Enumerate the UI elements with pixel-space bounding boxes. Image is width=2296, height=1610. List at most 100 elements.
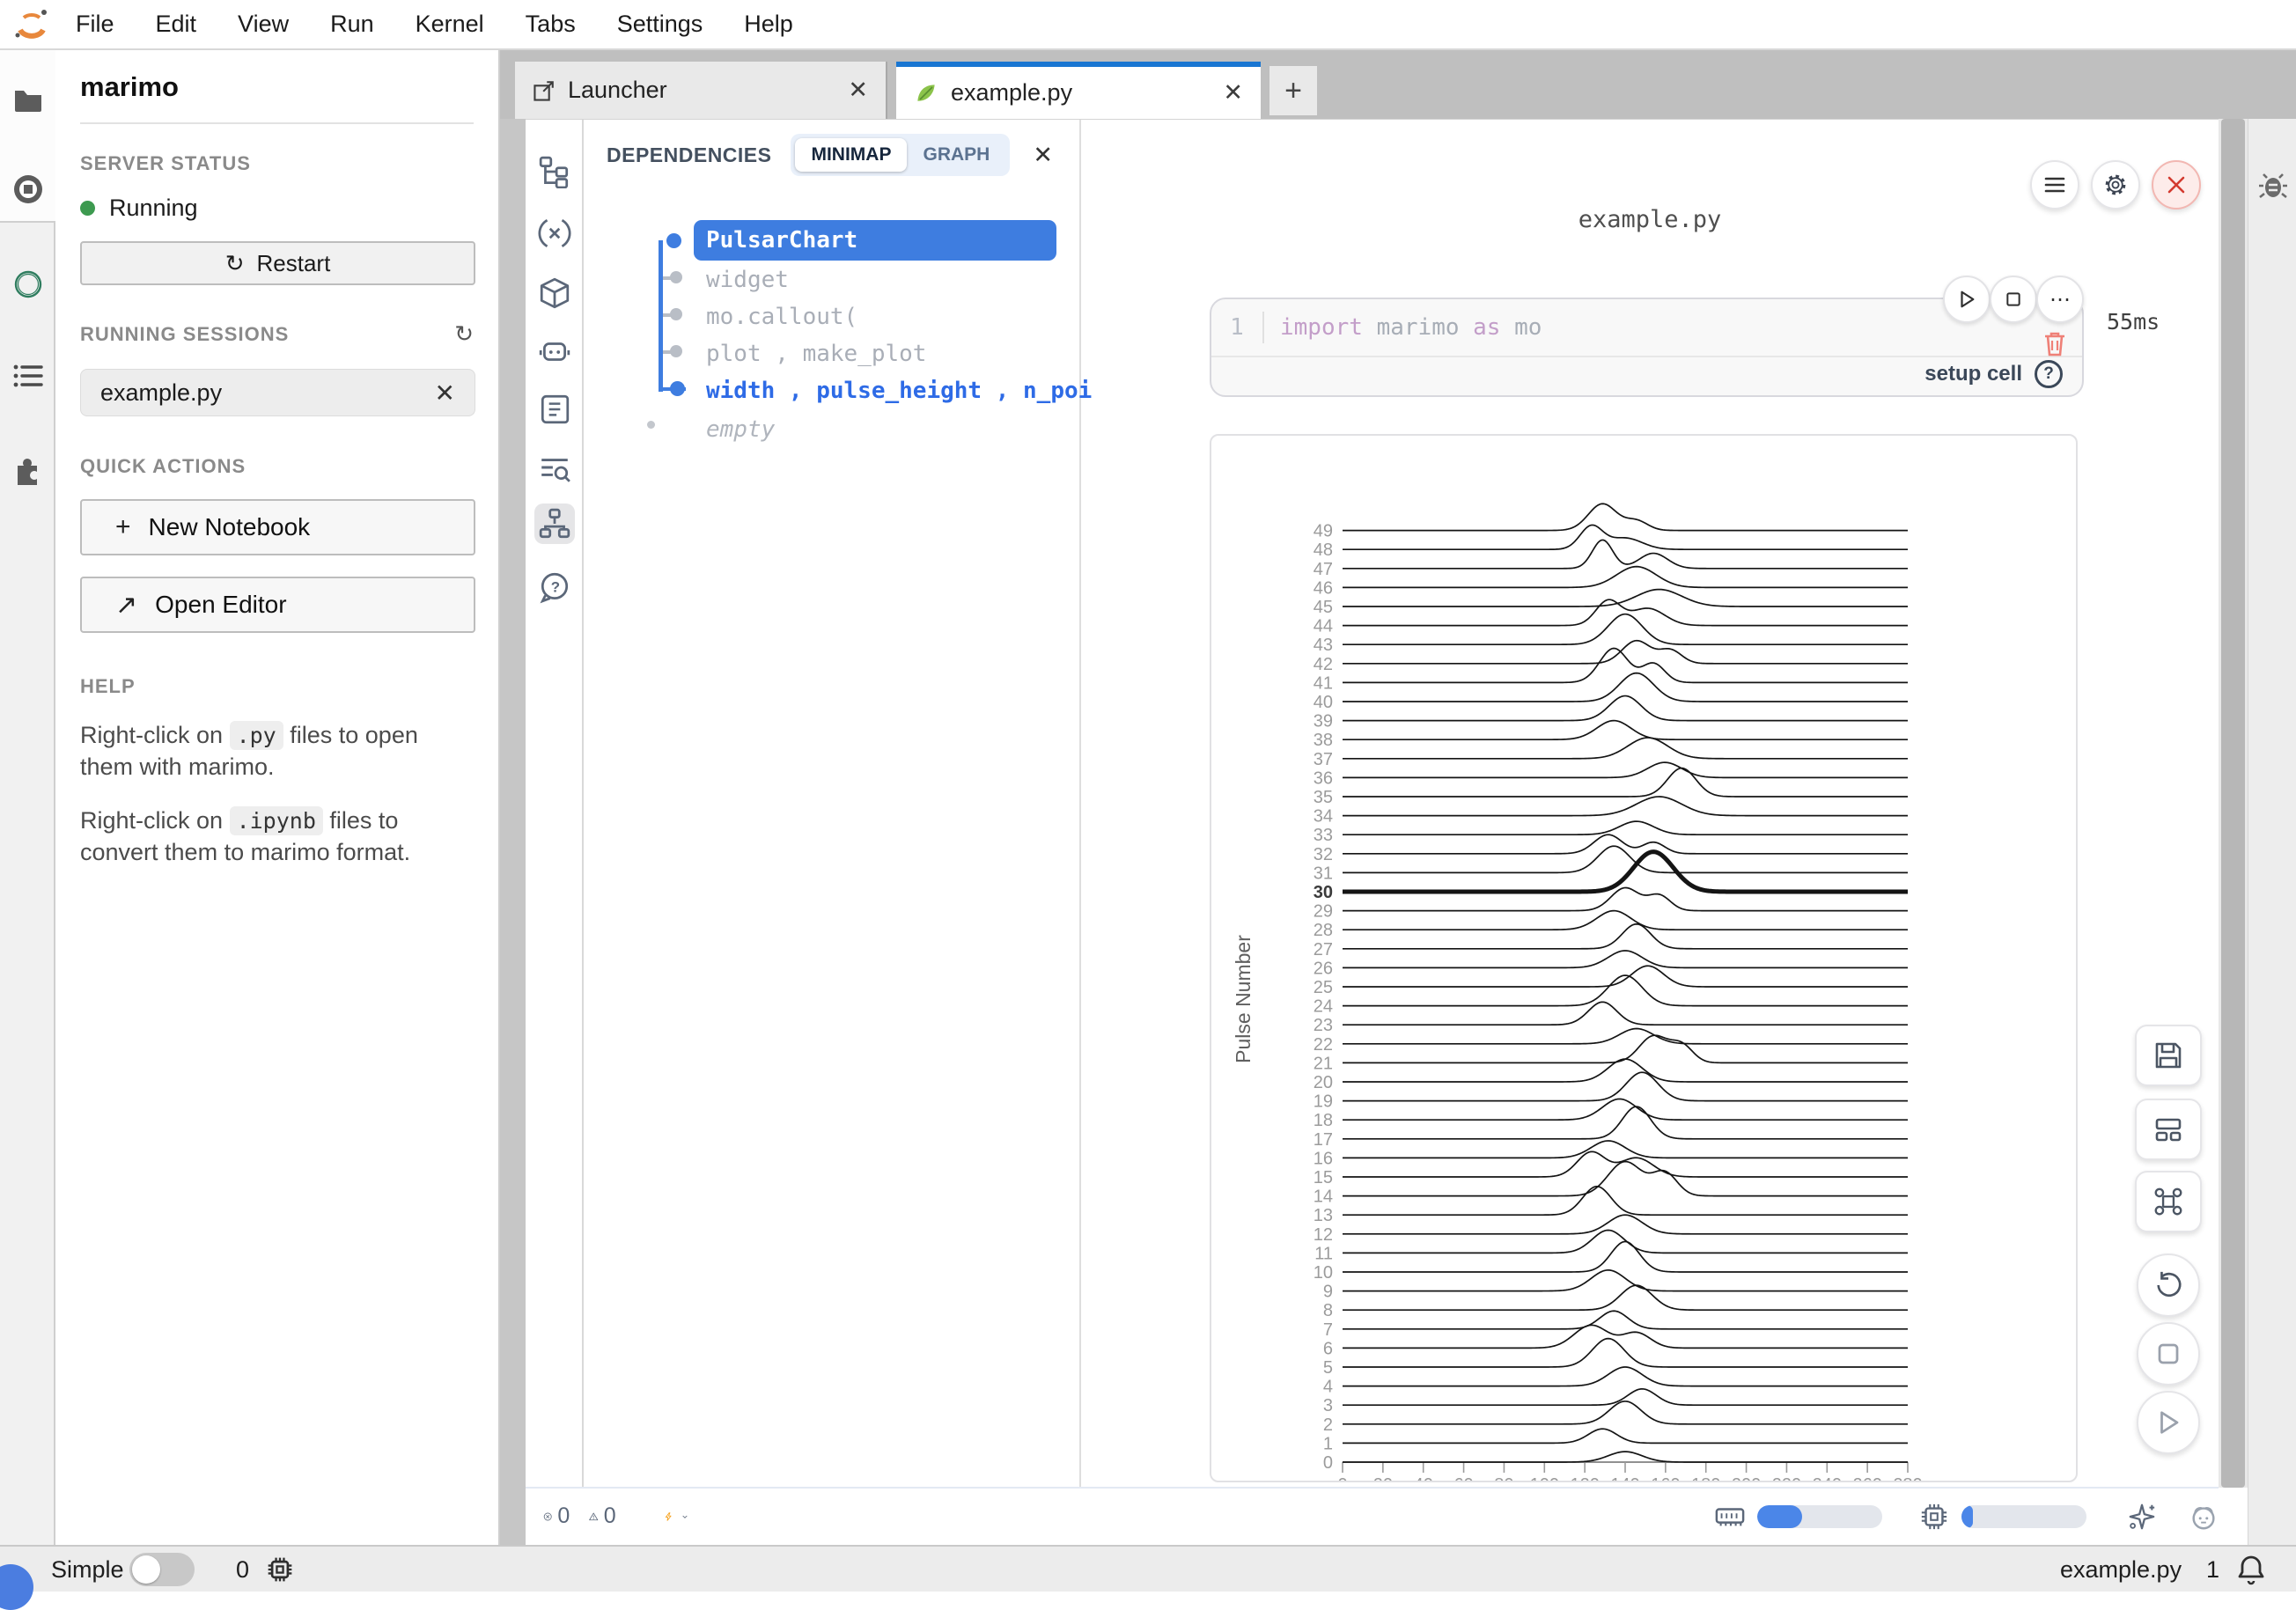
dependencies-sitemap-icon[interactable]	[534, 504, 575, 544]
svg-text:36: 36	[1314, 768, 1333, 788]
tree-item-plot[interactable]: plot , make_plot	[706, 341, 926, 367]
menu-kernel[interactable]: Kernel	[416, 11, 484, 38]
marimo-ring-icon[interactable]	[12, 268, 44, 300]
shutdown-notebook-button[interactable]	[2152, 160, 2201, 210]
close-dependencies-icon[interactable]: ✕	[1033, 142, 1053, 169]
simple-mode-label: Simple	[51, 1556, 124, 1584]
marimo-mascot-icon[interactable]	[2189, 1502, 2219, 1532]
pulsar-chart-output: Pulse Number0123456789101112131415161718…	[1210, 434, 2078, 1482]
tree-item-widget[interactable]: widget	[706, 267, 789, 293]
scrollbar-thumb[interactable]	[2221, 119, 2245, 1488]
svg-text:?: ?	[551, 578, 560, 595]
run-all-button[interactable]	[2137, 1391, 2200, 1454]
minimap-graph-toggle: MINIMAP GRAPH	[791, 134, 1010, 176]
extensions-puzzle-icon[interactable]	[12, 453, 44, 485]
menu-help[interactable]: Help	[744, 11, 793, 38]
tree-item-callout[interactable]: mo.callout(	[706, 304, 857, 330]
svg-text:1: 1	[1323, 1434, 1333, 1453]
ridgeline-chart: Pulse Number0123456789101112131415161718…	[1211, 436, 2076, 1481]
restart-button[interactable]: ↻ Restart	[80, 241, 475, 285]
svg-text:35: 35	[1314, 788, 1333, 807]
tree-item-empty[interactable]: empty	[706, 416, 775, 443]
setup-cell[interactable]: ⋯ 1 import marimo as mo setup cell ?	[1210, 298, 2084, 397]
run-on-change-lightning-icon[interactable]	[664, 1502, 673, 1532]
close-launcher-tab-icon[interactable]: ✕	[848, 77, 868, 104]
svg-text:220: 220	[1772, 1475, 1801, 1481]
status-cpu-icon[interactable]	[266, 1555, 294, 1584]
debug-bug-icon[interactable]	[2257, 170, 2289, 202]
refresh-sessions-icon[interactable]: ↻	[454, 320, 474, 348]
cell-runtime: 55ms	[2107, 309, 2160, 334]
save-button[interactable]	[2135, 1025, 2202, 1086]
close-notebook-tab-icon[interactable]: ✕	[1223, 79, 1243, 107]
running-sessions-heading: RUNNING SESSIONS	[80, 323, 289, 346]
outline-search-icon[interactable]	[538, 451, 571, 484]
menu-settings[interactable]: Settings	[617, 11, 703, 38]
toggle-minimap[interactable]: MINIMAP	[795, 138, 907, 172]
svg-text:9: 9	[1323, 1283, 1333, 1302]
errors-icon[interactable]	[543, 1502, 552, 1532]
logs-scroll-icon[interactable]	[538, 393, 571, 426]
help-paragraph-ipynb: Right-click on .ipynb files to convert t…	[80, 805, 475, 869]
warnings-icon[interactable]	[589, 1502, 598, 1532]
session-item[interactable]: example.py ✕	[80, 369, 475, 416]
chevron-down-icon[interactable]	[681, 1502, 688, 1532]
menu-tabs[interactable]: Tabs	[526, 11, 576, 38]
tab-example-py[interactable]: example.py ✕	[896, 62, 1261, 119]
delete-cell-trash-icon[interactable]	[2042, 329, 2068, 357]
packages-cube-icon[interactable]	[538, 276, 571, 310]
keyboard-shortcuts-button[interactable]	[2135, 1171, 2202, 1232]
new-tab-button[interactable]: +	[1269, 66, 1317, 115]
svg-text:160: 160	[1651, 1475, 1680, 1481]
menu-file[interactable]: File	[76, 11, 114, 38]
variables-icon[interactable]	[538, 217, 571, 250]
svg-text:27: 27	[1314, 940, 1333, 959]
toggle-knob	[132, 1555, 160, 1584]
svg-text:26: 26	[1314, 959, 1333, 978]
svg-text:47: 47	[1314, 560, 1333, 579]
ipynb-extension-chip: .ipynb	[230, 806, 323, 835]
tab-launcher[interactable]: Launcher ✕	[515, 62, 887, 119]
svg-text:19: 19	[1314, 1092, 1333, 1112]
plus-icon: +	[115, 512, 131, 542]
menu-edit[interactable]: Edit	[156, 11, 197, 38]
stop-all-button[interactable]	[2137, 1322, 2200, 1386]
file-browser-icon[interactable]	[12, 84, 44, 115]
simple-mode-toggle[interactable]	[129, 1553, 195, 1586]
notebook-settings-button[interactable]	[2091, 160, 2140, 210]
open-editor-button[interactable]: ↗ Open Editor	[80, 577, 475, 633]
arrow-up-right-icon: ↗	[115, 590, 137, 621]
sidebar-divider	[80, 122, 474, 124]
session-close-icon[interactable]: ✕	[435, 379, 455, 408]
menu-view[interactable]: View	[238, 11, 289, 38]
toggle-graph[interactable]: GRAPH	[907, 138, 1005, 172]
setup-cell-help-button[interactable]: ?	[2035, 360, 2063, 388]
ai-sparkle-icon[interactable]	[2127, 1502, 2157, 1532]
layout-toggle-button[interactable]	[2135, 1099, 2202, 1160]
svg-text:13: 13	[1314, 1206, 1333, 1225]
table-of-contents-icon[interactable]	[12, 360, 44, 392]
ai-robot-icon[interactable]	[538, 334, 571, 368]
tree-item-width-pulse-height[interactable]: width , pulse_height , n_poi	[706, 378, 1092, 404]
svg-text:46: 46	[1314, 578, 1333, 598]
svg-text:22: 22	[1314, 1035, 1333, 1055]
svg-text:120: 120	[1570, 1475, 1599, 1481]
svg-text:23: 23	[1314, 1016, 1333, 1035]
new-notebook-button[interactable]: + New Notebook	[80, 499, 475, 555]
undo-button[interactable]	[2137, 1253, 2200, 1317]
tree-node-dot	[647, 421, 655, 429]
code-line: import marimo as mo	[1280, 314, 1542, 341]
main-scrollbar[interactable]	[2219, 119, 2248, 1488]
tree-item-pulsarchart[interactable]: PulsarChart	[694, 220, 1056, 261]
help-chat-icon[interactable]: ?	[538, 570, 571, 604]
bell-icon[interactable]	[2236, 1554, 2266, 1585]
cell-code-row[interactable]: 1 import marimo as mo	[1211, 299, 2082, 357]
menu-run[interactable]: Run	[330, 11, 374, 38]
file-tree-icon[interactable]	[538, 155, 571, 188]
running-terminals-icon[interactable]	[12, 173, 44, 205]
tree-node-dot	[670, 345, 682, 357]
svg-text:20: 20	[1373, 1475, 1393, 1481]
svg-text:15: 15	[1314, 1168, 1333, 1187]
line-number: 1	[1211, 314, 1262, 341]
notebook-menu-button[interactable]	[2030, 160, 2079, 210]
